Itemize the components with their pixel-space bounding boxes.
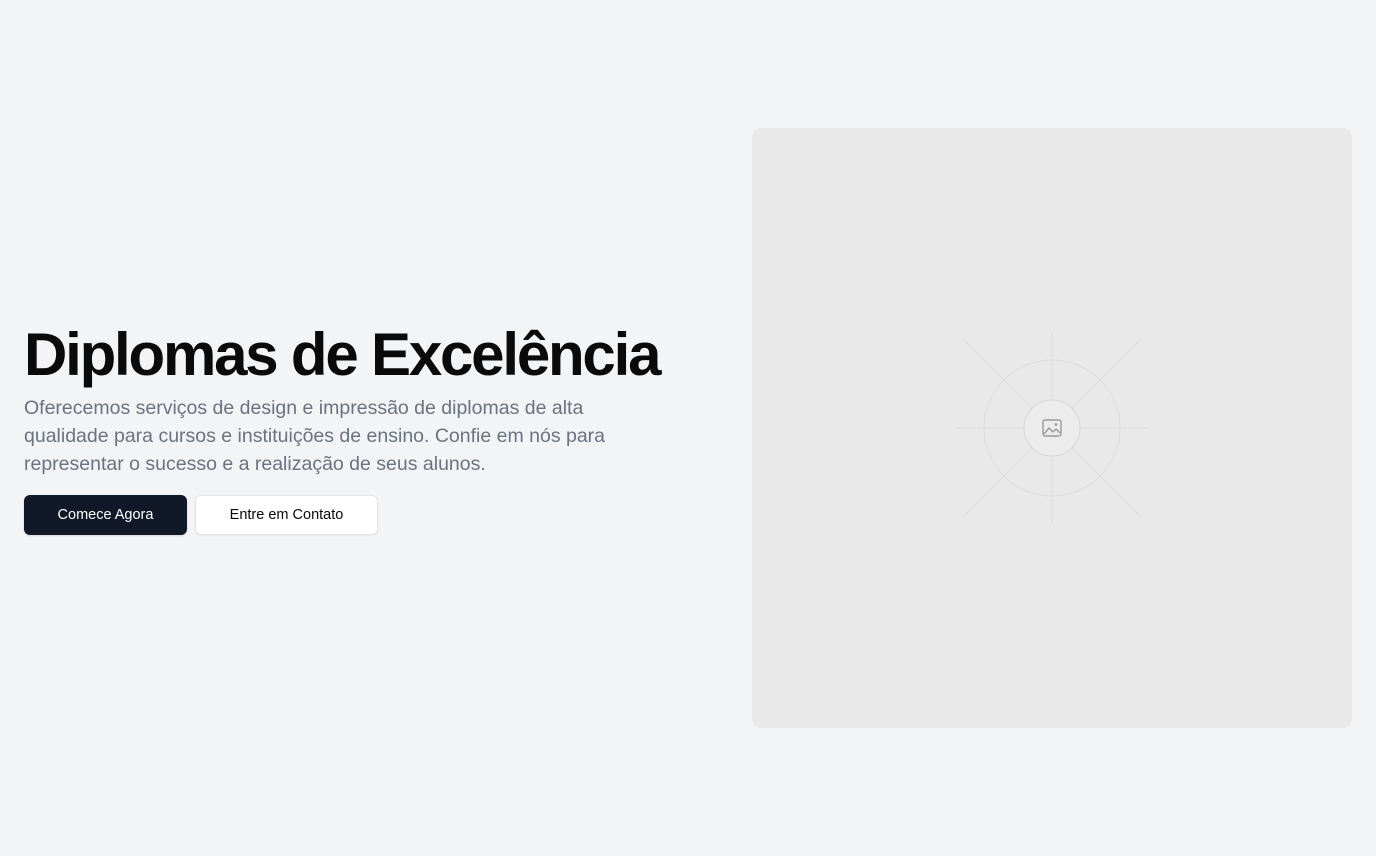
hero-text-block: Diplomas de Excelência Oferecemos serviç… xyxy=(24,322,704,535)
hero-image-placeholder xyxy=(752,128,1352,728)
get-started-button[interactable]: Comece Agora xyxy=(24,495,187,535)
hero-description: Oferecemos serviços de design e impressã… xyxy=(24,397,606,475)
placeholder-graphic xyxy=(957,333,1147,523)
contact-button[interactable]: Entre em Contato xyxy=(195,495,378,535)
hero-actions: Comece Agora Entre em Contato xyxy=(24,495,704,535)
hero-title: Diplomas de Excelência xyxy=(24,321,661,388)
image-placeholder-icon xyxy=(1023,399,1081,457)
hero-section: Diplomas de Excelência Oferecemos serviç… xyxy=(0,0,1376,856)
